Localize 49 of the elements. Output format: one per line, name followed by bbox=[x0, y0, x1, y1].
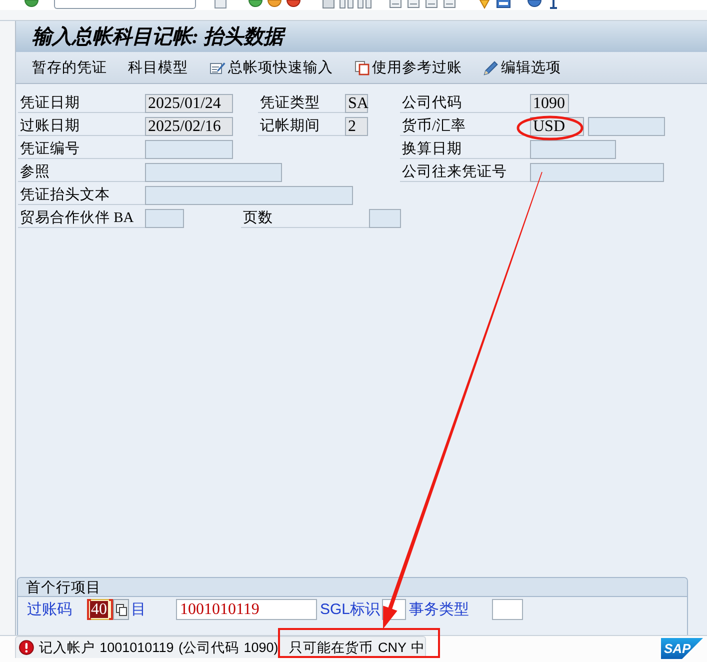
toolbar-icon[interactable] bbox=[286, 0, 301, 9]
logo: SAP bbox=[661, 638, 703, 659]
group-title: 首个行项目 bbox=[26, 578, 101, 596]
toolbar-button[interactable]: 总帐项快速输入 bbox=[209, 58, 333, 77]
form-pen-icon bbox=[209, 60, 226, 76]
highlight-ellipse bbox=[516, 116, 584, 140]
input-field[interactable] bbox=[145, 163, 282, 182]
input-field[interactable] bbox=[145, 140, 233, 159]
field-label[interactable]: 过账码 bbox=[27, 600, 87, 619]
toolbar-icon[interactable] bbox=[388, 0, 403, 9]
toolbar-icon[interactable] bbox=[424, 0, 439, 9]
input-field[interactable] bbox=[145, 186, 353, 205]
toolbar-icon[interactable] bbox=[339, 0, 354, 9]
toolbar-icon[interactable] bbox=[248, 0, 263, 9]
status-message: 只可能在货币 CNY 中 bbox=[289, 640, 425, 655]
pencil-icon bbox=[483, 60, 499, 76]
pages-icon bbox=[354, 60, 370, 76]
input-field[interactable]: 40 bbox=[87, 599, 113, 620]
toolbar-icon[interactable] bbox=[357, 0, 372, 9]
input-field[interactable]: 2 bbox=[345, 117, 368, 136]
input-field[interactable] bbox=[369, 209, 401, 228]
toolbar-icon[interactable] bbox=[406, 0, 421, 9]
input-field[interactable] bbox=[145, 209, 184, 228]
field-label[interactable]: 目 bbox=[131, 600, 176, 619]
input-field[interactable]: SA bbox=[345, 94, 368, 113]
toolbar-icon[interactable] bbox=[496, 0, 511, 9]
toolbar-button[interactable]: 编辑选项 bbox=[483, 58, 561, 77]
toolbar-button[interactable]: 科目模型 bbox=[128, 58, 188, 77]
input-field[interactable] bbox=[530, 163, 664, 182]
field-label[interactable]: 事务类型 bbox=[409, 600, 492, 619]
copy-icon[interactable] bbox=[113, 599, 129, 620]
toolbar-icon[interactable] bbox=[267, 0, 282, 9]
status-message: 记入帐户 1001010119 (公司代码 1090) bbox=[38, 640, 278, 655]
toolbar-icon[interactable] bbox=[527, 0, 542, 9]
input-field[interactable]: 2025/02/16 bbox=[145, 117, 233, 136]
input-field[interactable] bbox=[588, 117, 665, 136]
toolbar-icon[interactable] bbox=[442, 0, 457, 9]
command-field[interactable] bbox=[54, 0, 196, 9]
error-icon bbox=[19, 640, 34, 655]
input-field[interactable]: 1090 bbox=[530, 94, 569, 113]
toolbar-button[interactable]: 使用参考过账 bbox=[354, 58, 462, 77]
input-field[interactable]: 1001010119 bbox=[176, 599, 317, 620]
input-field[interactable] bbox=[530, 140, 616, 159]
toolbar-button[interactable]: 暂存的凭证 bbox=[32, 58, 107, 77]
input-field[interactable]: 2025/01/24 bbox=[145, 94, 233, 113]
input-field[interactable] bbox=[492, 599, 524, 620]
field-label[interactable]: SGL标识 bbox=[320, 600, 382, 619]
toolbar-icon[interactable] bbox=[24, 0, 39, 9]
screen-title: 输入总帐科目记帐: 抬头数据 bbox=[32, 25, 284, 50]
